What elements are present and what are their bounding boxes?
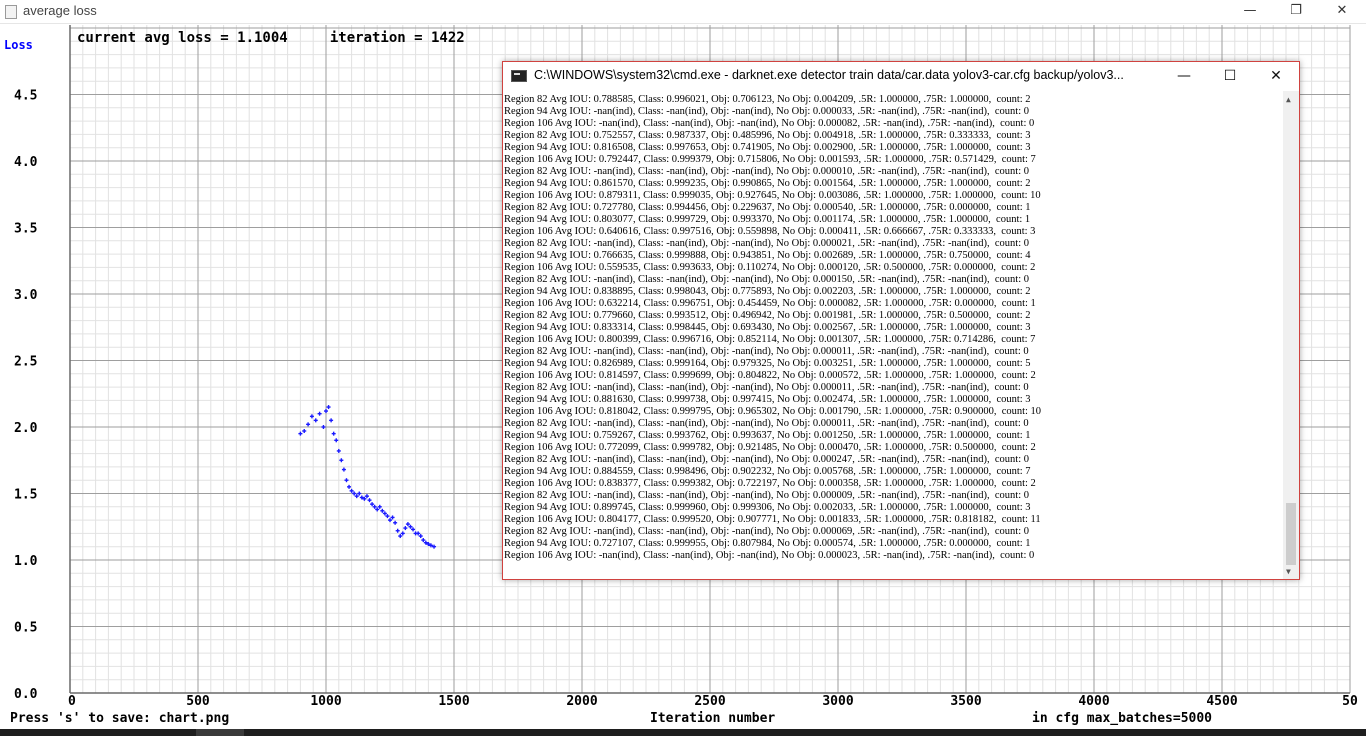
y-tick-label: 2.5 — [14, 355, 37, 370]
taskbar — [0, 729, 1366, 736]
cmd-output-line: Region 106 Avg IOU: 0.632214, Class: 0.9… — [504, 298, 1036, 309]
cmd-output-line: Region 82 Avg IOU: -nan(ind), Class: -na… — [504, 166, 1030, 177]
cmd-output-line: Region 106 Avg IOU: 0.792447, Class: 0.9… — [504, 154, 1036, 165]
cmd-output-line: Region 106 Avg IOU: 0.804177, Class: 0.9… — [504, 514, 1041, 525]
y-tick-label: 0.0 — [14, 687, 38, 702]
x-tick-label: 4000 — [1078, 694, 1109, 709]
x-tick-label: 2000 — [566, 694, 597, 709]
maximize-button[interactable]: ❐ — [1273, 0, 1319, 24]
cmd-output-line: Region 106 Avg IOU: 0.818042, Class: 0.9… — [504, 406, 1042, 417]
cmd-scrollbar[interactable]: ▲ ▼ — [1283, 91, 1299, 579]
x-tick-label: 3500 — [950, 694, 981, 709]
cmd-output[interactable]: Region 82 Avg IOU: 0.788585, Class: 0.99… — [503, 91, 1283, 579]
cmd-output-line: Region 82 Avg IOU: -nan(ind), Class: -na… — [504, 238, 1030, 249]
y-tick-label: 2.0 — [14, 421, 38, 436]
cmd-output-line: Region 94 Avg IOU: 0.826989, Class: 0.99… — [504, 358, 1031, 369]
cmd-output-line: Region 106 Avg IOU: -nan(ind), Class: -n… — [504, 550, 1035, 561]
cmd-output-line: Region 94 Avg IOU: 0.899745, Class: 0.99… — [504, 502, 1031, 513]
cmd-output-line: Region 106 Avg IOU: 0.559535, Class: 0.9… — [504, 262, 1036, 273]
close-button[interactable]: ✕ — [1319, 0, 1365, 24]
cmd-output-line: Region 82 Avg IOU: 0.779660, Class: 0.99… — [504, 310, 1031, 321]
x-tick-label: 3000 — [822, 694, 853, 709]
cmd-output-line: Region 94 Avg IOU: 0.838895, Class: 0.99… — [504, 286, 1031, 297]
scrollbar-thumb[interactable] — [1286, 503, 1296, 565]
app-window-icon — [5, 5, 17, 19]
cmd-output-line: Region 106 Avg IOU: 0.814597, Class: 0.9… — [504, 370, 1036, 381]
x-axis-label: Iteration number — [650, 711, 775, 726]
cmd-output-line: Region 94 Avg IOU: 0.833314, Class: 0.99… — [504, 322, 1031, 333]
cmd-output-line: Region 82 Avg IOU: -nan(ind), Class: -na… — [504, 274, 1030, 285]
cmd-output-line: Region 106 Avg IOU: 0.640616, Class: 0.9… — [504, 226, 1036, 237]
cmd-output-line: Region 94 Avg IOU: 0.861570, Class: 0.99… — [504, 178, 1031, 189]
cmd-icon — [511, 70, 527, 82]
cmd-close-button[interactable]: ✕ — [1253, 62, 1299, 91]
y-tick-label: 3.5 — [14, 222, 37, 237]
cmd-output-line: Region 106 Avg IOU: -nan(ind), Class: -n… — [504, 118, 1035, 129]
cmd-output-line: Region 82 Avg IOU: -nan(ind), Class: -na… — [504, 418, 1029, 429]
cmd-output-line: Region 82 Avg IOU: -nan(ind), Class: -na… — [504, 382, 1029, 393]
cmd-output-line: Region 94 Avg IOU: 0.727107, Class: 0.99… — [504, 538, 1031, 549]
x-tick-label: 0 — [68, 694, 76, 709]
cmd-output-line: Region 82 Avg IOU: -nan(ind), Class: -na… — [504, 346, 1029, 357]
cmd-output-line: Region 82 Avg IOU: -nan(ind), Class: -na… — [504, 490, 1030, 501]
cmd-output-line: Region 94 Avg IOU: -nan(ind), Class: -na… — [504, 106, 1030, 117]
cmd-output-line: Region 94 Avg IOU: 0.759267, Class: 0.99… — [504, 430, 1031, 441]
y-axis-label: Loss — [4, 38, 33, 52]
y-tick-label: 0.5 — [14, 621, 37, 636]
cmd-maximize-button[interactable]: ☐ — [1207, 62, 1253, 91]
main-window-titlebar: average loss — ❐ ✕ — [0, 0, 1366, 24]
y-tick-label: 1.5 — [14, 488, 37, 503]
cmd-output-line: Region 106 Avg IOU: 0.800399, Class: 0.9… — [504, 334, 1036, 345]
cmd-output-line: Region 94 Avg IOU: 0.766635, Class: 0.99… — [504, 250, 1031, 261]
x-tick-label: 50 — [1342, 694, 1358, 709]
cmd-titlebar[interactable]: C:\WINDOWS\system32\cmd.exe - darknet.ex… — [503, 62, 1299, 91]
y-tick-label: 3.0 — [14, 288, 38, 303]
x-tick-label: 500 — [186, 694, 210, 709]
cmd-output-line: Region 82 Avg IOU: 0.788585, Class: 0.99… — [504, 94, 1031, 105]
cmd-output-line: Region 82 Avg IOU: -nan(ind), Class: -na… — [504, 526, 1030, 537]
cmd-output-line: Region 94 Avg IOU: 0.803077, Class: 0.99… — [504, 214, 1031, 225]
cmd-minimize-button[interactable]: — — [1161, 62, 1207, 91]
cmd-output-line: Region 106 Avg IOU: 0.772099, Class: 0.9… — [504, 442, 1036, 453]
cmd-output-line: Region 94 Avg IOU: 0.881630, Class: 0.99… — [504, 394, 1031, 405]
y-tick-label: 4.5 — [14, 89, 37, 104]
x-tick-label: 4500 — [1206, 694, 1237, 709]
cmd-output-line: Region 82 Avg IOU: 0.727780, Class: 0.99… — [504, 202, 1031, 213]
minimize-button[interactable]: — — [1227, 0, 1273, 24]
chart-header: current avg loss = 1.1004 iteration = 14… — [77, 30, 465, 46]
x-tick-label: 1000 — [310, 694, 341, 709]
cmd-output-line: Region 106 Avg IOU: 0.838377, Class: 0.9… — [504, 478, 1036, 489]
cmd-title: C:\WINDOWS\system32\cmd.exe - darknet.ex… — [534, 68, 1124, 82]
taskbar-item[interactable] — [196, 729, 244, 736]
cmd-output-line: Region 82 Avg IOU: -nan(ind), Class: -na… — [504, 454, 1030, 465]
y-tick-label: 4.0 — [14, 155, 38, 170]
cmd-output-line: Region 94 Avg IOU: 0.816508, Class: 0.99… — [504, 142, 1031, 153]
cmd-output-line: Region 106 Avg IOU: 0.879311, Class: 0.9… — [504, 190, 1041, 201]
footer-max-batches: in cfg max_batches=5000 — [1032, 711, 1212, 726]
window-title: average loss — [23, 3, 97, 18]
cmd-output-line: Region 94 Avg IOU: 0.884559, Class: 0.99… — [504, 466, 1031, 477]
cmd-window[interactable]: C:\WINDOWS\system32\cmd.exe - darknet.ex… — [502, 61, 1300, 580]
scroll-down-arrow-icon[interactable]: ▼ — [1286, 567, 1291, 576]
cmd-output-line: Region 82 Avg IOU: 0.752557, Class: 0.98… — [504, 130, 1031, 141]
footer-save-hint: Press 's' to save: chart.png — [10, 711, 229, 726]
x-tick-label: 1500 — [438, 694, 469, 709]
y-tick-label: 1.0 — [14, 554, 38, 569]
x-tick-label: 2500 — [694, 694, 725, 709]
scroll-up-arrow-icon[interactable]: ▲ — [1286, 95, 1291, 104]
